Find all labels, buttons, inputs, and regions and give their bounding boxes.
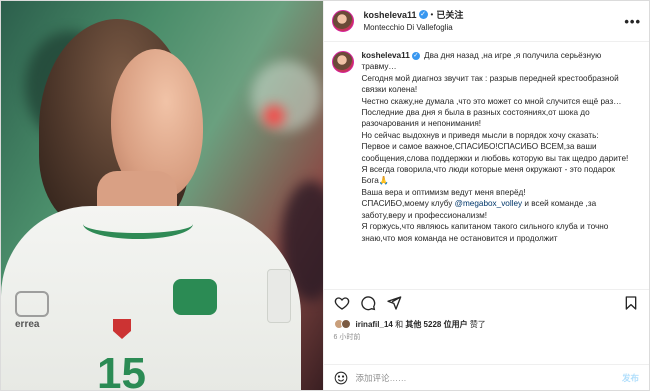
separator-dot: • (430, 9, 434, 19)
comment-input[interactable] (355, 372, 622, 383)
bokeh-red-light (263, 105, 285, 127)
likes-row: irinafil_14 和 其他 5228 位用户 赞了 (324, 315, 650, 333)
username-link[interactable]: kosheleva11 (364, 9, 417, 21)
brand-text: errea (15, 319, 40, 330)
instagram-post: errea 15 kosheleva11 ✓ • 已关注 Montecchio … (0, 0, 650, 391)
share-icon[interactable] (386, 295, 402, 311)
caption-avatar[interactable] (331, 51, 354, 73)
liker-username-link[interactable]: irinafil_14 (356, 320, 393, 329)
avatar (340, 319, 351, 329)
location-link[interactable]: Montecchio Di Vallefoglia (364, 22, 464, 34)
caption-line: Последние два дня я была в разных состоя… (361, 108, 590, 129)
caption-line: Я всегда говорила,что люди которые меня … (361, 165, 615, 186)
caption-text: kosheleva11 ✓ Два дня назад ,на игре ,я п… (362, 50, 632, 289)
likes-count-link[interactable]: 其他 5228 位用户 (405, 320, 467, 329)
caption-username-link[interactable]: kosheleva11 (362, 51, 410, 60)
publish-button[interactable]: 发布 (622, 372, 639, 384)
brand-logo-icon (15, 291, 49, 317)
comment-icon[interactable] (360, 295, 376, 311)
timestamp[interactable]: 6 小时前 (324, 333, 650, 347)
caption-line: СПАСИБО,моему клубу (361, 199, 453, 209)
caption-line: Но сейчас выдохнув и приведя мысли в пор… (361, 130, 599, 140)
verified-icon: ✓ (411, 51, 420, 60)
jersey-number: 15 (97, 349, 146, 390)
caption-line: Ваша вера и оптимизм ведут меня вперёд! (361, 187, 526, 197)
follow-status-button[interactable]: 已关注 (436, 9, 463, 21)
likes-connector: 和 (395, 319, 404, 329)
comment-bar: 发布 (323, 364, 649, 390)
mention-link[interactable]: @megabox_volley (455, 199, 522, 208)
club-badge (173, 279, 217, 315)
verified-icon: ✓ (418, 10, 428, 19)
caption-section: kosheleva11 ✓ Два дня назад ,на игре ,я п… (324, 42, 650, 289)
post-header: kosheleva11 ✓ • 已关注 Montecchio Di Vallef… (323, 1, 649, 42)
sponsor-patch (267, 269, 291, 323)
action-bar (323, 289, 649, 315)
liker-avatars[interactable] (333, 319, 351, 329)
bokeh-light (251, 61, 321, 131)
caption-line: Сегодня мой диагноз звучит так : разрыв … (361, 73, 619, 95)
avatar[interactable] (331, 10, 354, 32)
jersey-collar (83, 209, 193, 239)
header-text: kosheleva11 ✓ • 已关注 Montecchio Di Vallef… (364, 9, 464, 34)
emoji-icon[interactable] (334, 371, 348, 385)
more-horizontal-icon[interactable]: ••• (624, 14, 641, 29)
user-line: kosheleva11 ✓ • 已关注 (364, 9, 464, 21)
bookmark-icon[interactable] (623, 295, 639, 311)
caption-line: Я горжусь,что являюсь капитаном такого с… (361, 222, 609, 243)
caption-line: Честно скажу,не думала ,что это может со… (361, 96, 622, 106)
heart-icon[interactable] (334, 295, 350, 311)
post-photo: errea 15 (1, 1, 323, 390)
caption-line: Первое и самое важное,СПАСИБО!СПАСИБО ВС… (361, 142, 629, 163)
likes-suffix: 赞了 (469, 319, 486, 329)
post-side-panel: kosheleva11 ✓ • 已关注 Montecchio Di Vallef… (322, 1, 650, 390)
